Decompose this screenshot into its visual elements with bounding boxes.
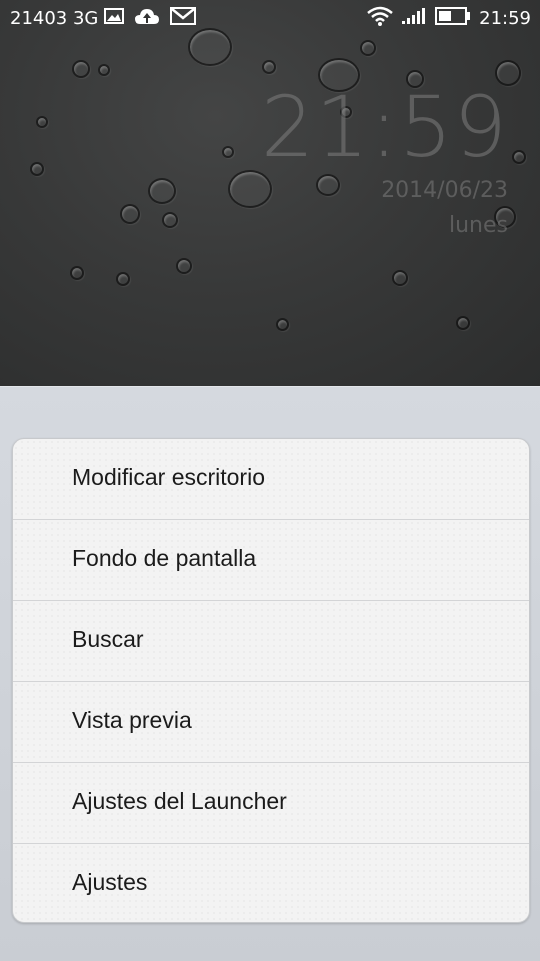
image-icon [104, 8, 124, 29]
status-time: 21:59 [479, 8, 531, 29]
options-menu-panel: Modificar escritorio Fondo de pantalla B… [0, 386, 540, 961]
status-right: 21:59 [367, 6, 531, 31]
menu-item-fondo-de-pantalla[interactable]: Fondo de pantalla [13, 520, 529, 601]
menu-item-label: Ajustes del Launcher [72, 788, 287, 814]
wifi-icon [367, 6, 393, 31]
gmail-icon [170, 7, 196, 30]
menu-item-modificar-escritorio[interactable]: Modificar escritorio [13, 439, 529, 520]
clock-date: 2014/06/23 [381, 178, 508, 203]
signal-icon [401, 7, 427, 30]
clock-widget[interactable]: 21:59 2014/06/23 lunes [261, 82, 508, 238]
clock-day: lunes [449, 213, 508, 238]
menu-item-vista-previa[interactable]: Vista previa [13, 682, 529, 763]
menu-item-label: Buscar [72, 626, 144, 652]
menu-item-ajustes-del-launcher[interactable]: Ajustes del Launcher [13, 763, 529, 844]
menu-item-label: Modificar escritorio [72, 464, 265, 490]
menu-item-buscar[interactable]: Buscar [13, 601, 529, 682]
menu-item-ajustes[interactable]: Ajustes [13, 844, 529, 922]
notification-icons [104, 7, 196, 30]
menu-item-label: Vista previa [72, 707, 192, 733]
battery-icon [435, 7, 471, 30]
menu-item-label: Fondo de pantalla [72, 545, 257, 571]
menu-item-label: Ajustes [72, 869, 148, 895]
carrier-label: 21403 3G [10, 8, 99, 29]
clock-time: 21:59 [260, 78, 508, 176]
cloud-upload-icon [134, 7, 160, 30]
status-bar: 21403 3G 21:59 [0, 0, 540, 38]
options-menu: Modificar escritorio Fondo de pantalla B… [12, 438, 530, 923]
